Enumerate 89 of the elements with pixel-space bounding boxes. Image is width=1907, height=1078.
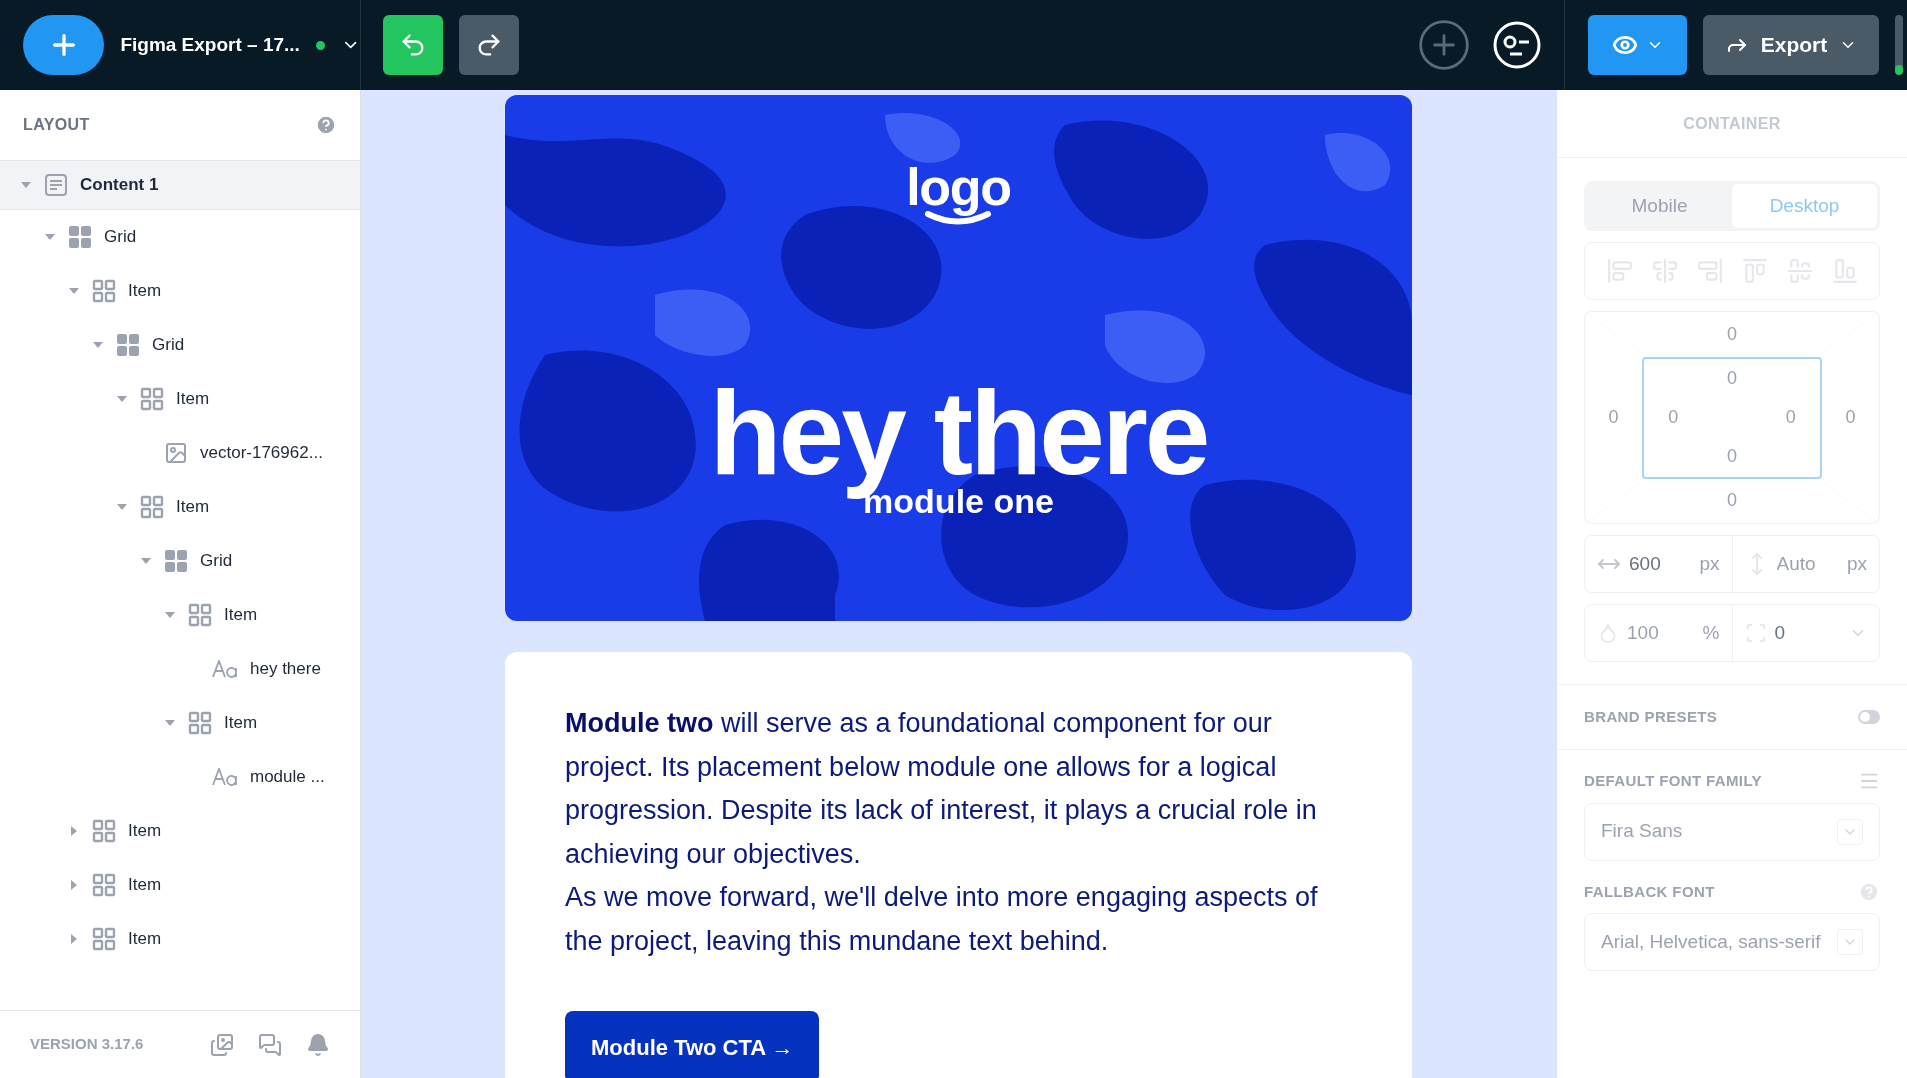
caret-down-icon[interactable] xyxy=(141,558,151,564)
unit-label: % xyxy=(1702,620,1720,645)
number-field[interactable]: 0 xyxy=(1774,618,1825,648)
tree-item-label: Grid xyxy=(200,550,233,573)
cta-button[interactable]: Module Two CTA → xyxy=(565,1011,820,1078)
redo-button[interactable] xyxy=(459,15,519,75)
grid-outline-icon xyxy=(140,387,164,411)
tree-item[interactable]: Item xyxy=(0,858,360,912)
tree-item[interactable]: Item xyxy=(0,588,360,642)
tree-item[interactable]: Content 1 xyxy=(0,160,360,210)
number-field[interactable]: Auto xyxy=(1776,549,1827,579)
images-icon[interactable] xyxy=(210,1032,234,1057)
tree-item-label: Item xyxy=(224,604,258,627)
tree-item[interactable]: Item xyxy=(0,480,360,534)
caret-down-icon[interactable] xyxy=(45,234,55,240)
radius-icon xyxy=(1744,622,1767,644)
tree-item-label: Item xyxy=(224,712,258,735)
tree-item-label: Item xyxy=(176,388,210,411)
tree-item-label: Grid xyxy=(104,226,137,249)
document-icon xyxy=(44,173,68,197)
panel-heading: CONTAINER xyxy=(1683,113,1781,134)
bell-icon[interactable] xyxy=(306,1032,330,1057)
number-field[interactable]: 100 xyxy=(1627,618,1677,648)
project-title[interactable]: Figma Export – 17... xyxy=(120,30,300,60)
tree-item-label: hey there xyxy=(250,658,321,681)
user-toggle-icon[interactable] xyxy=(1492,20,1542,70)
tree-item-label: Grid xyxy=(152,334,185,357)
add-circle-icon[interactable] xyxy=(1416,17,1472,73)
number-field[interactable]: 600 xyxy=(1629,549,1679,579)
body-paragraph: As we move forward, we'll delve into more engaging aspects of the project, leaving this mundane text behind. xyxy=(565,881,1319,958)
tree-item[interactable]: vector-176962... xyxy=(0,426,360,480)
tree-item-label: Item xyxy=(128,820,162,843)
image-icon xyxy=(164,441,188,465)
logo: logo xyxy=(906,163,1011,225)
text-icon xyxy=(212,660,238,678)
tree-item-label: Item xyxy=(176,496,210,519)
section-label: DEFAULT FONT FAMILY xyxy=(1584,771,1762,791)
tree-item[interactable]: Grid xyxy=(0,534,360,588)
tree-item[interactable]: Item xyxy=(0,372,360,426)
unit-label: px xyxy=(1699,551,1720,576)
caret-down-icon[interactable] xyxy=(117,396,127,402)
section-label: BRAND PRESETS xyxy=(1584,706,1718,727)
tree-item-label: Content 1 xyxy=(80,174,159,197)
tree-item-label: Item xyxy=(128,874,162,897)
unit-label: px xyxy=(1846,551,1867,576)
grid-icon xyxy=(68,225,92,249)
tree-item-label: module ... xyxy=(250,766,325,789)
caret-down-icon[interactable] xyxy=(117,504,127,510)
tree-item[interactable]: Item xyxy=(0,264,360,318)
grid-outline-icon xyxy=(92,927,116,951)
grid-outline-icon xyxy=(188,603,212,627)
tree-item[interactable]: Grid xyxy=(0,210,360,264)
grid-icon xyxy=(164,549,188,573)
caret-down-icon[interactable] xyxy=(69,288,79,294)
tree-item[interactable]: Grid xyxy=(0,318,360,372)
panel-heading: LAYOUT xyxy=(23,115,90,135)
caret-right-icon[interactable] xyxy=(71,880,77,890)
caret-down-icon[interactable] xyxy=(165,720,175,726)
grid-outline-icon xyxy=(188,711,212,735)
preview-button[interactable] xyxy=(1588,15,1687,75)
chat-icon[interactable] xyxy=(258,1032,282,1057)
tree-item[interactable]: module ... xyxy=(0,750,360,804)
tree-item[interactable]: Item xyxy=(0,912,360,966)
help-icon[interactable] xyxy=(315,114,337,136)
caret-down-icon[interactable] xyxy=(93,342,103,348)
body-paragraph: Module two will serve as a foundational component for our project. Its placement below module one allows for a logical progression. Despite its lack of interest, it plays a crucial role in achieving our objectives. xyxy=(565,707,1318,871)
tree-item-label: Item xyxy=(128,280,162,303)
grid-outline-icon xyxy=(140,495,164,519)
progress-indicator xyxy=(1895,15,1903,75)
caret-down-icon[interactable] xyxy=(21,182,31,188)
tree-item[interactable]: Item xyxy=(0,804,360,858)
text-icon xyxy=(212,768,238,786)
add-button[interactable] xyxy=(23,15,105,75)
tree-item[interactable]: Item xyxy=(0,696,360,750)
caret-down-icon[interactable] xyxy=(165,612,175,618)
undo-button[interactable] xyxy=(383,15,443,75)
tree-item[interactable]: hey there xyxy=(0,642,360,696)
tree-item-label: vector-176962... xyxy=(200,442,323,465)
section-label: FALLBACK FONT xyxy=(1584,881,1715,902)
grid-outline-icon xyxy=(92,279,116,303)
grid-outline-icon xyxy=(92,819,116,843)
export-button[interactable]: Export xyxy=(1703,15,1879,75)
grid-outline-icon xyxy=(92,873,116,897)
tree-item-label: Item xyxy=(128,928,162,951)
grid-icon xyxy=(116,333,140,357)
version-label: VERSION 3.17.6 xyxy=(30,1034,144,1055)
toggle-switch[interactable] xyxy=(1858,710,1880,724)
caret-right-icon[interactable] xyxy=(71,934,77,944)
caret-right-icon[interactable] xyxy=(71,826,77,836)
